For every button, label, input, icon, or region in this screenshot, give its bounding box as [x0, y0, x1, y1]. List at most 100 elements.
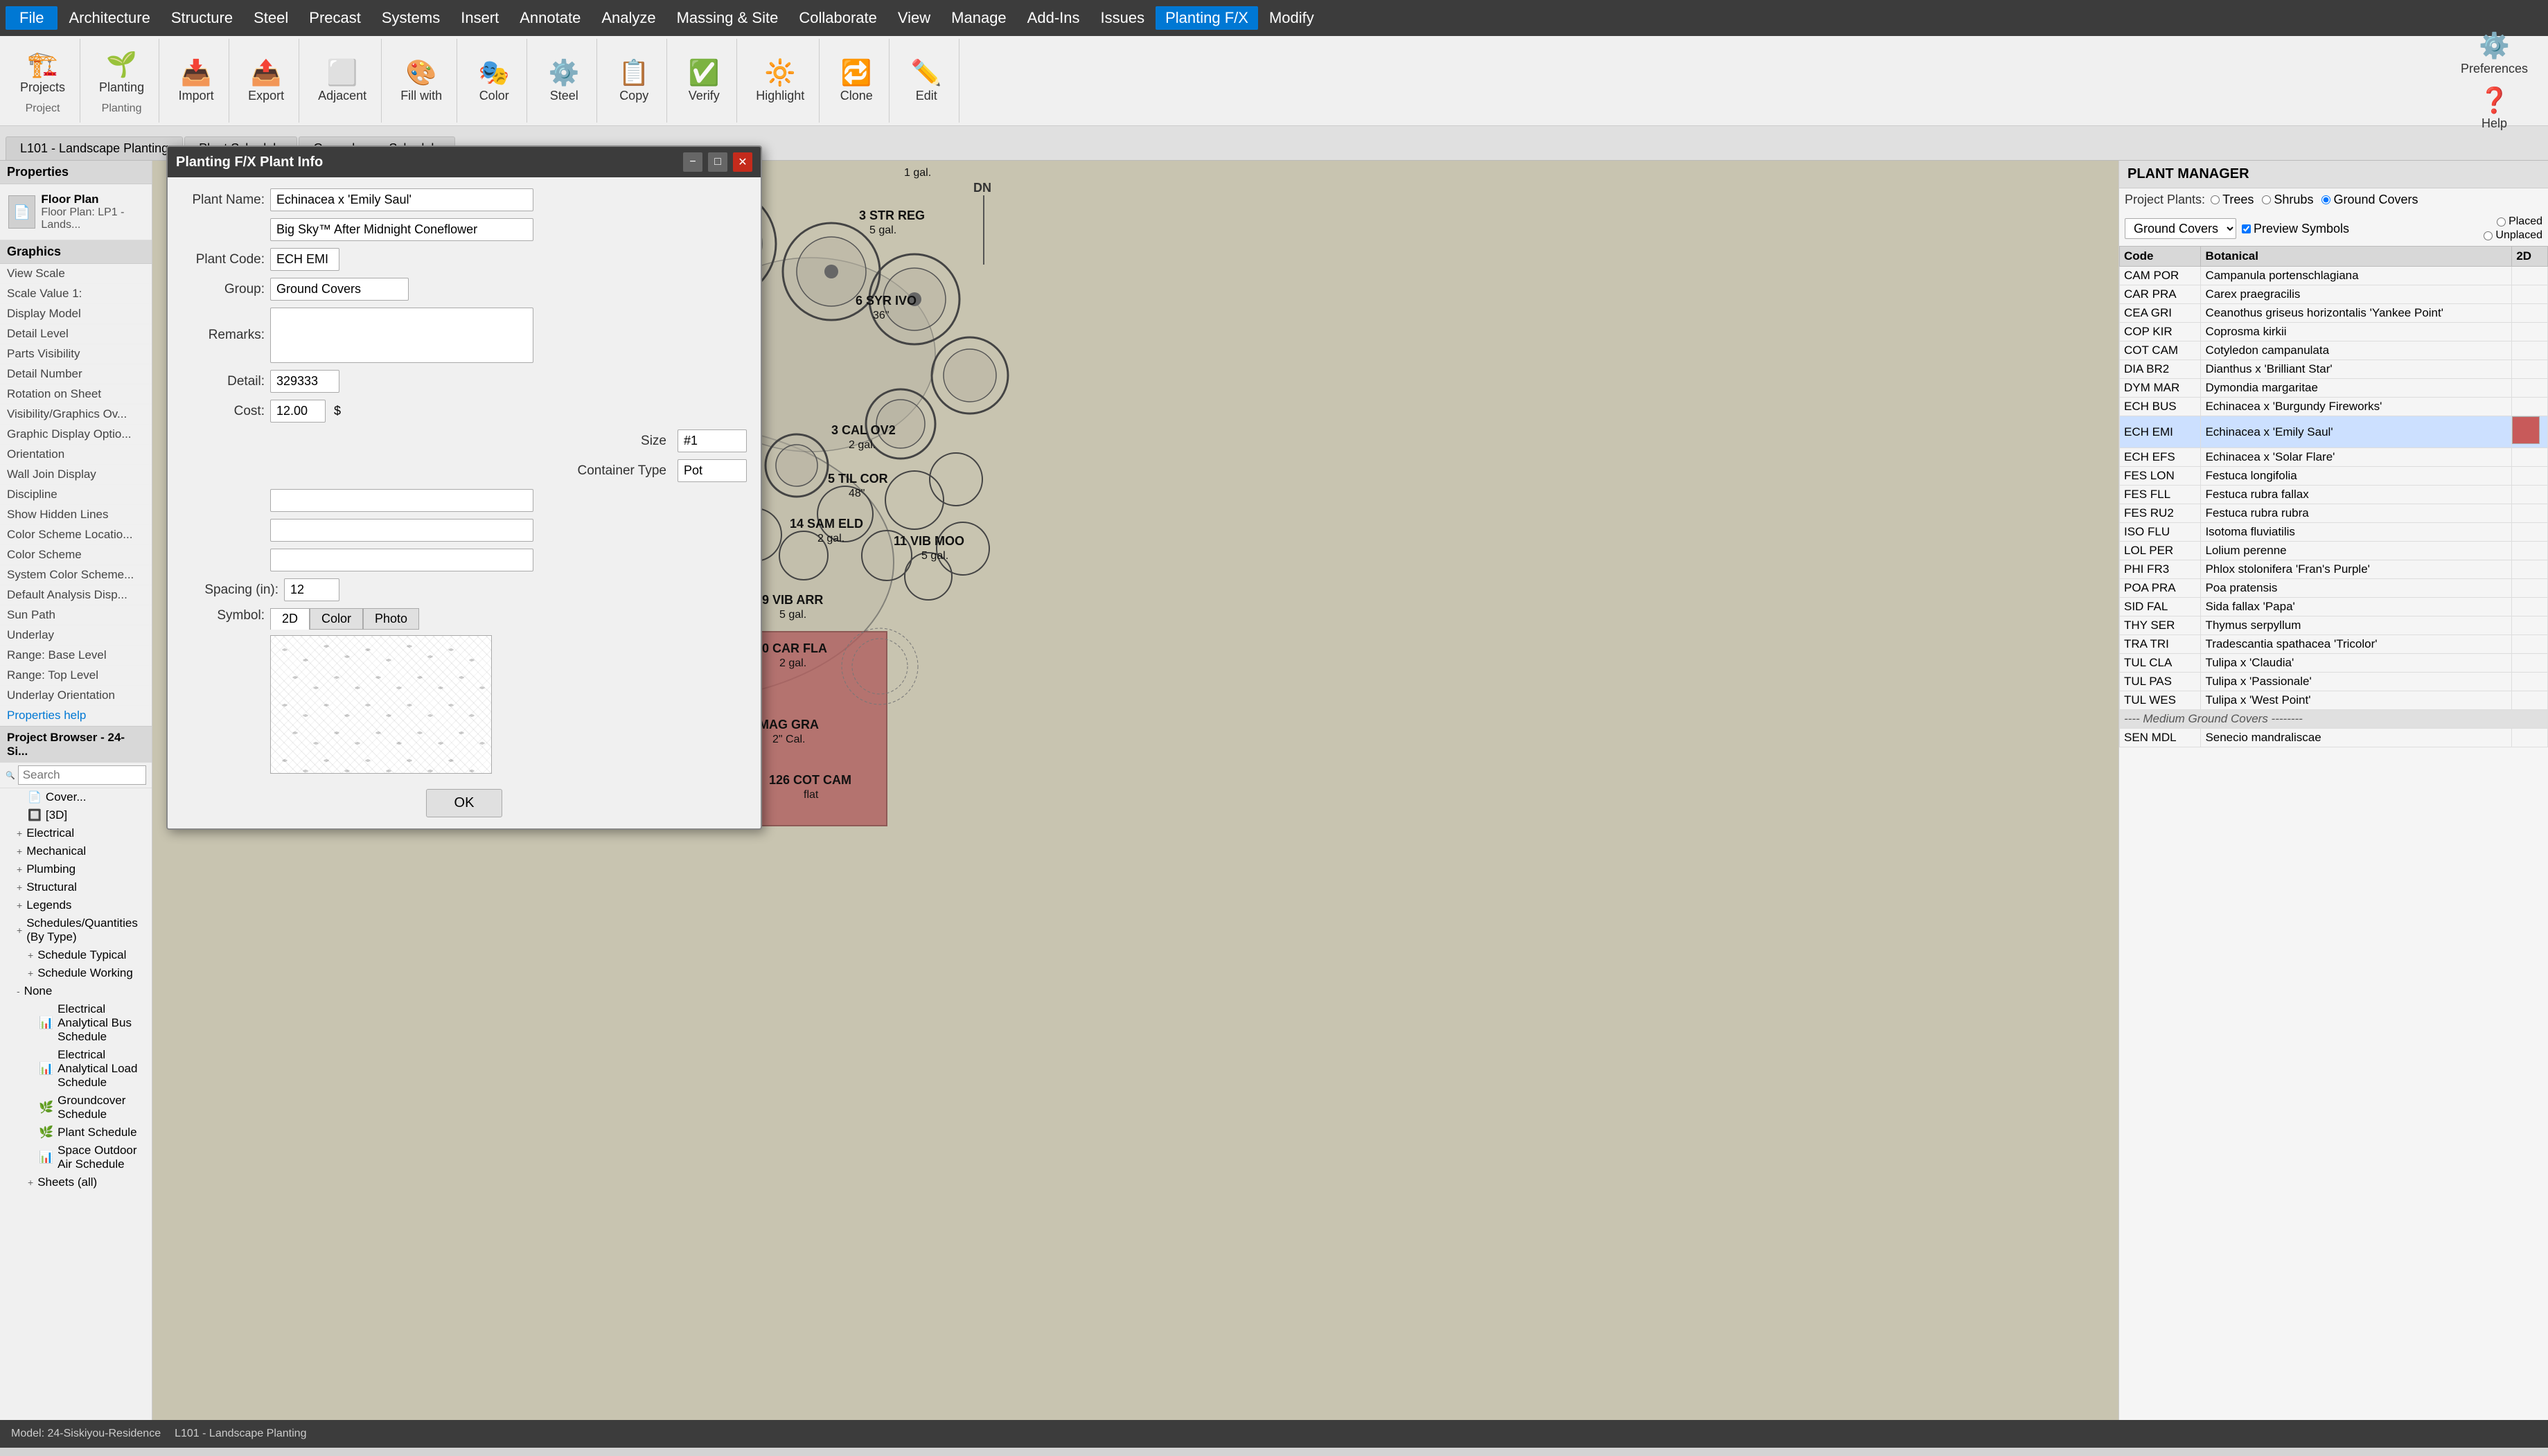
unplaced-label[interactable]: Unplaced [2484, 229, 2542, 242]
table-row[interactable]: TUL CLA Tulipa x 'Claudia' [2120, 654, 2548, 673]
clone-button[interactable]: 🔁 Clone [832, 55, 881, 107]
steel-button[interactable]: ⚙️ Steel [540, 55, 588, 107]
size-input[interactable] [678, 429, 747, 452]
browser-plant-schedule[interactable]: 🌿 Plant Schedule [0, 1124, 152, 1142]
extra-input-1[interactable] [270, 489, 533, 512]
graphics-section-title[interactable]: Graphics [0, 240, 152, 264]
collaborate-menu[interactable]: Collaborate [789, 6, 887, 30]
structure-menu[interactable]: Structure [161, 6, 242, 30]
verify-button[interactable]: ✅ Verify [680, 55, 728, 107]
browser-none[interactable]: - None [0, 982, 152, 1000]
table-row[interactable]: CEA GRI Ceanothus griseus horizontalis '… [2120, 304, 2548, 323]
project-button[interactable]: 🏗️ Projects [14, 46, 71, 98]
plant-name-alt-input[interactable] [270, 218, 533, 241]
extra-input-3[interactable] [270, 549, 533, 571]
addins-menu[interactable]: Add-Ins [1018, 6, 1090, 30]
radio-ground-covers[interactable]: Ground Covers [2321, 193, 2418, 207]
remarks-input[interactable] [270, 308, 533, 363]
table-row[interactable]: TRA TRI Tradescantia spathacea 'Tricolor… [2120, 635, 2548, 654]
browser-covers[interactable]: 📄 Cover... [0, 788, 152, 806]
tab-landscape-planting[interactable]: L101 - Landscape Planting [6, 136, 183, 160]
container-type-input[interactable] [678, 459, 747, 482]
group-input[interactable] [270, 278, 409, 301]
preview-symbols-checkbox[interactable]: Preview Symbols [2242, 222, 2349, 236]
modify-menu[interactable]: Modify [1259, 6, 1324, 30]
table-row[interactable]: FES FLL Festuca rubra fallax [2120, 486, 2548, 504]
edit-button[interactable]: ✏️ Edit [902, 55, 950, 107]
table-row[interactable]: SID FAL Sida fallax 'Papa' [2120, 598, 2548, 616]
table-row[interactable]: ECH BUS Echinacea x 'Burgundy Fireworks' [2120, 398, 2548, 416]
file-menu[interactable]: File [6, 6, 57, 30]
precast-menu[interactable]: Precast [299, 6, 371, 30]
table-row-ech-emi[interactable]: ECH EMI Echinacea x 'Emily Saul' [2120, 416, 2548, 448]
architecture-menu[interactable]: Architecture [59, 6, 159, 30]
copy-button[interactable]: 📋 Copy [610, 55, 658, 107]
tab-photo[interactable]: Photo [363, 608, 419, 630]
table-row[interactable]: POA PRA Poa pratensis [2120, 579, 2548, 598]
table-row[interactable]: DYM MAR Dymondia margaritae [2120, 379, 2548, 398]
dialog-title-bar[interactable]: Planting F/X Plant Info − □ ✕ [168, 147, 761, 177]
table-row[interactable]: DIA BR2 Dianthus x 'Brilliant Star' [2120, 360, 2548, 379]
maximize-button[interactable]: □ [708, 152, 727, 172]
radio-shrubs[interactable]: Shrubs [2262, 193, 2313, 207]
browser-mechanical[interactable]: + Mechanical [0, 842, 152, 860]
browser-plumbing[interactable]: + Plumbing [0, 860, 152, 878]
table-row[interactable]: CAR PRA Carex praegracilis [2120, 285, 2548, 304]
browser-electrical-load[interactable]: 📊 Electrical Analytical Load Schedule [0, 1046, 152, 1092]
fillwith-button[interactable]: 🎨 Fill with [394, 55, 448, 107]
table-row[interactable]: LOL PER Lolium perenne [2120, 542, 2548, 560]
insert-menu[interactable]: Insert [451, 6, 508, 30]
browser-schedule-working[interactable]: + Schedule Working [0, 964, 152, 982]
col-botanical[interactable]: Botanical [2201, 247, 2512, 267]
browser-sheets[interactable]: + Sheets (all) [0, 1173, 152, 1191]
plant-info-dialog[interactable]: Planting F/X Plant Info − □ ✕ Plant Name… [166, 145, 762, 830]
browser-electrical-bus[interactable]: 📊 Electrical Analytical Bus Schedule [0, 1000, 152, 1046]
table-row[interactable]: ISO FLU Isotoma fluviatilis [2120, 523, 2548, 542]
table-row[interactable]: COT CAM Cotyledon campanulata [2120, 341, 2548, 360]
table-row[interactable]: FES LON Festuca longifolia [2120, 467, 2548, 486]
highlight-button[interactable]: 🔆 Highlight [750, 55, 811, 107]
spacing-input[interactable] [284, 578, 339, 601]
search-input[interactable] [18, 765, 146, 785]
props-help-link[interactable]: Properties help [0, 706, 152, 726]
col-2d[interactable]: 2D [2512, 247, 2548, 267]
table-row[interactable]: FES RU2 Festuca rubra rubra [2120, 504, 2548, 523]
table-row[interactable]: CAM POR Campanula portenschlagiana [2120, 267, 2548, 285]
placed-label[interactable]: Placed [2497, 215, 2542, 228]
detail-input[interactable] [270, 370, 339, 393]
table-row[interactable]: THY SER Thymus serpyllum [2120, 616, 2548, 635]
plant-code-input[interactable] [270, 248, 339, 271]
view-menu[interactable]: View [888, 6, 940, 30]
browser-schedules[interactable]: + Schedules/Quantities (By Type) [0, 914, 152, 946]
help-button[interactable]: ❓ Help [2470, 82, 2518, 134]
planting-button[interactable]: 🌱 Planting [93, 46, 150, 98]
close-button[interactable]: ✕ [733, 152, 752, 172]
tab-2d[interactable]: 2D [270, 608, 310, 630]
minimize-button[interactable]: − [683, 152, 702, 172]
browser-space-outdoor[interactable]: 📊 Space Outdoor Air Schedule [0, 1142, 152, 1173]
adjacent-button[interactable]: ⬜ Adjacent [312, 55, 373, 107]
plantingfx-menu[interactable]: Planting F/X [1156, 6, 1258, 30]
browser-structural[interactable]: + Structural [0, 878, 152, 896]
preferences-button[interactable]: ⚙️ Preferences [2454, 28, 2534, 80]
table-row[interactable]: SEN MDL Senecio mandraliscae [2120, 729, 2548, 747]
table-row[interactable]: ECH EFS Echinacea x 'Solar Flare' [2120, 448, 2548, 467]
export-button[interactable]: 📤 Export [242, 55, 290, 107]
browser-legends[interactable]: + Legends [0, 896, 152, 914]
issues-menu[interactable]: Issues [1091, 6, 1155, 30]
annotate-menu[interactable]: Annotate [510, 6, 590, 30]
browser-electrical[interactable]: + Electrical [0, 824, 152, 842]
table-row[interactable]: COP KIR Coprosma kirkii [2120, 323, 2548, 341]
plant-name-input[interactable] [270, 188, 533, 211]
color-button[interactable]: 🎭 Color [470, 55, 518, 107]
table-row[interactable]: PHI FR3 Phlox stolonifera 'Fran's Purple… [2120, 560, 2548, 579]
table-row[interactable]: TUL PAS Tulipa x 'Passionale' [2120, 673, 2548, 691]
radio-trees[interactable]: Trees [2211, 193, 2254, 207]
analyze-menu[interactable]: Analyze [592, 6, 665, 30]
import-button[interactable]: 📥 Import [172, 55, 220, 107]
steel-menu[interactable]: Steel [244, 6, 298, 30]
browser-groundcover-schedule[interactable]: 🌿 Groundcover Schedule [0, 1092, 152, 1124]
ok-button[interactable]: OK [426, 789, 503, 817]
tab-color[interactable]: Color [310, 608, 363, 630]
col-code[interactable]: Code [2120, 247, 2201, 267]
